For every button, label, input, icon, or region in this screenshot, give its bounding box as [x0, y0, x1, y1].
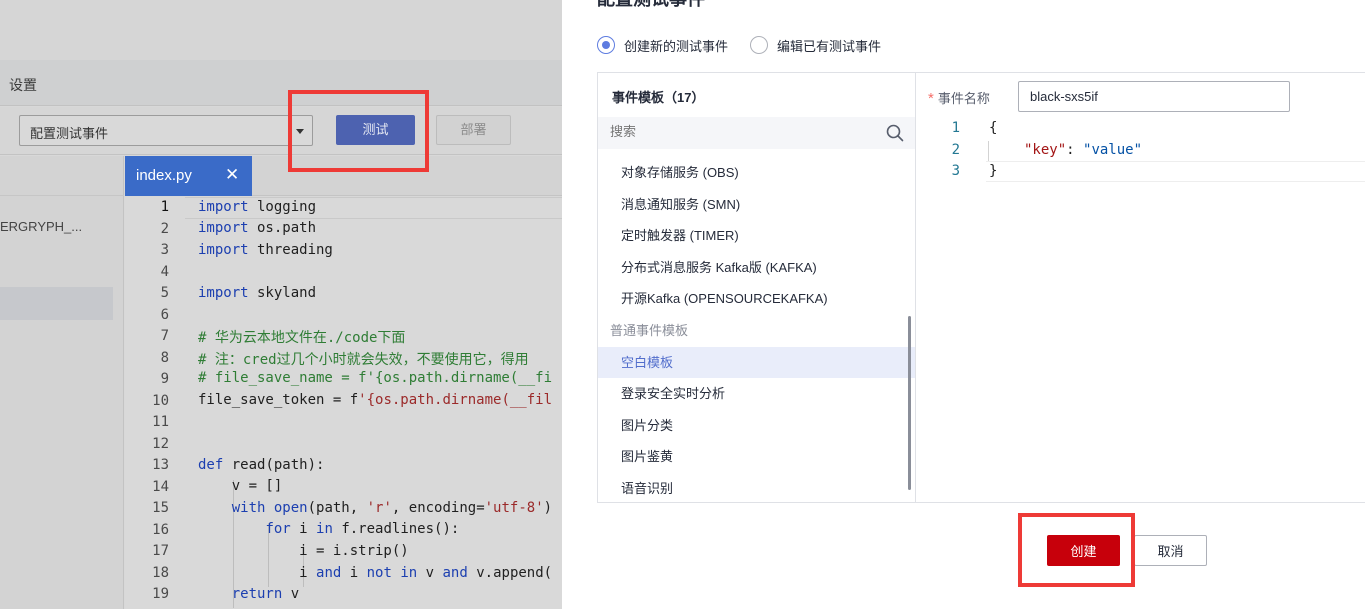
settings-label[interactable]: 设置 [9, 75, 37, 95]
code-line: import logging [198, 199, 317, 215]
template-list-item[interactable]: 对象存储服务 (OBS) [598, 157, 915, 188]
event-name-input[interactable] [1018, 81, 1290, 112]
code-line: file_save_token = f'{os.path.dirname(__f… [198, 392, 553, 408]
code-line: import os.path [198, 220, 317, 236]
file-explorer: ERGRYPH_... [0, 156, 124, 609]
code-line: with open(path, 'r', encoding='utf-8') [231, 500, 553, 516]
ide-background: 设置 配置测试事件 测试 部署 ERGRYPH_... index.py ✕ 1… [0, 0, 562, 609]
indent-guide [988, 141, 989, 161]
code-editor[interactable]: 1 2 3 4 5 6 7 8 9 10 11 12 13 14 15 16 17 18 19 import log… [125, 197, 562, 609]
event-template-heading: 事件模板（17） [612, 90, 705, 105]
json-line-number: 3 [951, 163, 960, 179]
line-number: 14 [152, 478, 169, 495]
line-number: 11 [152, 414, 169, 430]
template-list-item[interactable]: 登录安全实时分析 [598, 378, 915, 409]
current-line-highlight [986, 161, 1365, 182]
radio-create-new-event-label[interactable]: 创建新的测试事件 [624, 36, 728, 55]
code-line: v = [] [198, 478, 283, 494]
code-line: i and i not in v and v.append( [198, 565, 553, 581]
code-line: i = i.strip() [198, 543, 409, 559]
function-toolbar: 配置测试事件 测试 部署 [0, 107, 562, 155]
close-icon[interactable]: ✕ [225, 165, 239, 185]
settings-bar: 设置 [0, 60, 562, 106]
template-list-item[interactable]: 定时触发器 (TIMER) [598, 220, 915, 251]
template-list-item[interactable]: 消息通知服务 (SMN) [598, 189, 915, 220]
template-list-item[interactable]: 图片鉴黄 [598, 441, 915, 472]
line-number: 9 [160, 371, 169, 387]
search-icon[interactable] [886, 124, 904, 142]
json-line-number: 1 [951, 120, 960, 136]
code-comment-line: # file_save_name = f'{os.path.dirname(__… [198, 370, 553, 386]
json-line-number: 2 [951, 142, 960, 158]
test-event-select[interactable]: 配置测试事件 [19, 115, 313, 146]
template-search-input[interactable] [610, 124, 870, 139]
template-group-header: 普通事件模板 [610, 323, 689, 338]
required-mark: * [928, 90, 934, 107]
highlight-box-test-button [288, 90, 429, 172]
event-mode-radio-group: 创建新的测试事件 编辑已有测试事件 [597, 34, 881, 56]
template-list-item[interactable]: 语音识别 [598, 473, 915, 504]
json-value: "value" [1083, 142, 1143, 158]
line-number: 5 [160, 285, 169, 301]
line-number: 10 [152, 392, 169, 409]
line-number: 2 [160, 220, 169, 237]
code-line: import threading [198, 242, 333, 258]
tab-index-py[interactable]: index.py ✕ [125, 156, 252, 196]
event-name-label-text: 事件名称 [937, 91, 990, 106]
tab-label: index.py [136, 167, 192, 184]
json-key-value-line: "key": "value" [1024, 142, 1142, 158]
line-number: 13 [152, 457, 169, 473]
event-config-panel: 事件模板（17） 对象存储服务 (OBS)消息通知服务 (SMN)定时触发器 (… [597, 72, 1365, 503]
drawer-title: 配置测试事件 [597, 0, 705, 11]
line-number: 3 [160, 242, 169, 258]
file-explorer-item[interactable]: ERGRYPH_... [0, 219, 82, 234]
radio-edit-existing-event-label[interactable]: 编辑已有测试事件 [777, 36, 881, 55]
line-number: 7 [160, 328, 169, 344]
template-list-item[interactable]: 空白模板 [598, 346, 915, 378]
line-number: 19 [152, 586, 169, 602]
code-line: import skyland [198, 285, 317, 301]
template-list-item[interactable]: 分布式消息服务 Kafka版 (KAFKA) [598, 252, 915, 283]
code-line: def read(path): [198, 457, 325, 473]
template-search-box[interactable] [598, 117, 915, 149]
code-line: for i in f.readlines(): [265, 521, 460, 537]
line-number: 8 [160, 349, 169, 366]
line-number: 16 [152, 521, 169, 538]
deploy-button[interactable]: 部署 [436, 115, 511, 145]
event-name-label: * 事件名称 [928, 88, 990, 107]
event-json-editor[interactable]: 1 2 3 { "key": "value" } [916, 119, 1365, 189]
json-open-brace: { [989, 120, 998, 136]
line-number: 12 [152, 435, 169, 452]
template-list-scrollbar[interactable] [908, 316, 911, 490]
template-list-item[interactable]: 图片分类 [598, 410, 915, 441]
file-explorer-selected-item[interactable] [0, 287, 113, 320]
code-line: return v [231, 586, 300, 602]
test-event-select-value: 配置测试事件 [30, 126, 109, 141]
json-close-brace: } [989, 163, 998, 179]
line-number: 4 [160, 263, 169, 280]
line-number: 1 [160, 199, 169, 215]
event-template-list: 事件模板（17） 对象存储服务 (OBS)消息通知服务 (SMN)定时触发器 (… [598, 73, 916, 502]
line-number: 15 [152, 500, 169, 516]
highlight-box-create-button [1018, 513, 1135, 587]
line-number: 18 [152, 564, 169, 581]
template-list-item[interactable]: 开源Kafka (OPENSOURCEKAFKA) [598, 283, 915, 314]
line-number: 6 [160, 306, 169, 323]
file-explorer-header [0, 156, 124, 196]
code-comment-line: # 华为云本地文件在./code下面 [198, 330, 406, 346]
event-editor: *事件名称 1 2 3 { "key": "value" } [916, 73, 1365, 502]
radio-edit-existing-event[interactable] [750, 36, 769, 54]
line-number: 17 [152, 543, 169, 559]
json-key: "key" [1024, 142, 1067, 158]
json-colon: : [1066, 142, 1084, 158]
code-comment-line: # 注：cred过几个小时就会失效，不要使用它，得用 [198, 352, 529, 368]
configure-test-event-drawer: 配置测试事件 创建新的测试事件 编辑已有测试事件 事件模板（17） 对象存储服务… [562, 0, 1365, 609]
radio-create-new-event[interactable] [597, 36, 615, 54]
cancel-button[interactable]: 取消 [1134, 535, 1207, 566]
ide-top-area [0, 0, 562, 60]
